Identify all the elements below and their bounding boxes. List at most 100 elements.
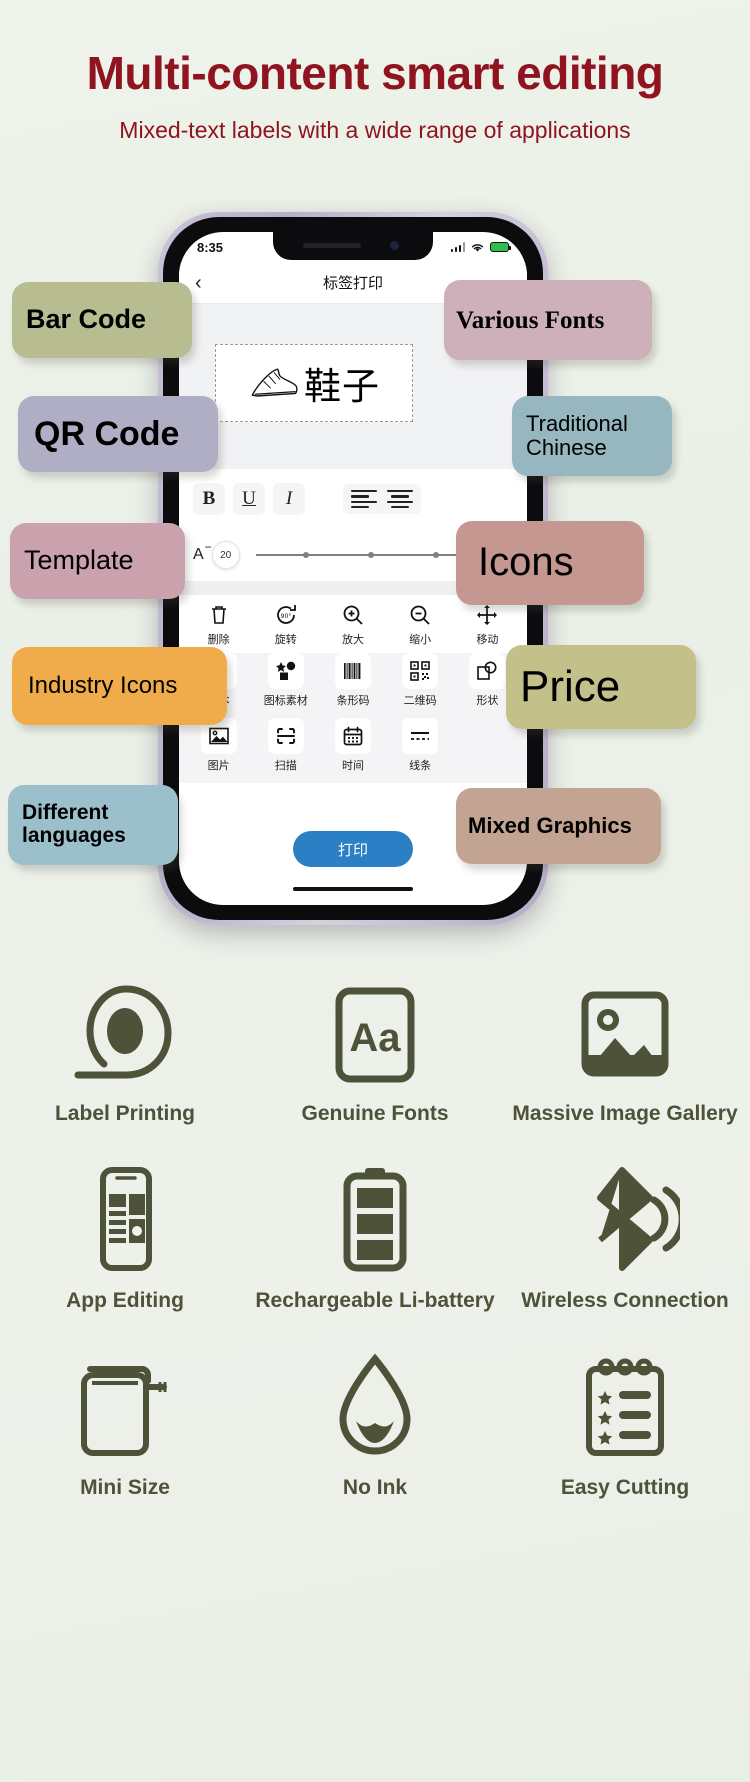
callout-icons: Icons bbox=[456, 521, 644, 605]
feature-label: No Ink bbox=[342, 1476, 408, 1500]
feature-rechargeable-battery[interactable]: Rechargeable Li-battery bbox=[250, 1162, 500, 1313]
feature-mini-size[interactable]: Mini Size bbox=[0, 1349, 250, 1500]
callout-different-languages: Different languages bbox=[8, 785, 178, 865]
feature-label: Easy Cutting bbox=[560, 1476, 690, 1500]
feature-label-printing[interactable]: Label Printing bbox=[0, 975, 250, 1126]
tool-line[interactable]: 线条 bbox=[390, 718, 450, 783]
tool-label: 条形码 bbox=[336, 694, 370, 707]
feature-genuine-fonts[interactable]: Aa Genuine Fonts bbox=[250, 975, 500, 1126]
image-gallery-icon bbox=[575, 975, 675, 1087]
back-chevron-icon[interactable]: ‹ bbox=[195, 273, 202, 293]
front-camera-icon bbox=[390, 241, 399, 250]
tool-image[interactable]: 图片 bbox=[189, 718, 249, 783]
tool-placeholder bbox=[457, 718, 517, 783]
tool-label: 删除 bbox=[207, 632, 230, 646]
feature-label: Rechargeable Li-battery bbox=[255, 1289, 495, 1313]
home-indicator bbox=[293, 887, 413, 891]
callout-industry-icons: Industry Icons bbox=[12, 647, 227, 725]
tool-label: 移动 bbox=[476, 632, 499, 646]
callout-bar-code: Bar Code bbox=[12, 282, 192, 358]
wifi-icon bbox=[471, 243, 484, 252]
feature-no-ink[interactable]: No Ink bbox=[250, 1349, 500, 1500]
underline-button[interactable]: U bbox=[233, 483, 265, 515]
format-toolbar: B U I bbox=[179, 469, 527, 529]
zoom-in-icon bbox=[342, 602, 364, 628]
feature-row: Mini Size No Ink Easy Cutting bbox=[0, 1349, 750, 1500]
feature-row: Label Printing Aa Genuine Fonts Massive bbox=[0, 975, 750, 1126]
italic-button[interactable]: I bbox=[273, 483, 305, 515]
feature-label: Wireless Connection bbox=[521, 1289, 729, 1313]
feature-wireless-connection[interactable]: Wireless Connection bbox=[500, 1162, 750, 1313]
insert-tools-row-2: 图片 扫描 时间 线条 bbox=[179, 718, 527, 783]
feature-easy-cutting[interactable]: Easy Cutting bbox=[500, 1349, 750, 1500]
shapes-icon bbox=[267, 653, 304, 689]
font-size-track[interactable] bbox=[255, 552, 487, 558]
feature-label: Label Printing bbox=[54, 1102, 195, 1125]
tool-icon-assets[interactable]: 图标素材 bbox=[256, 653, 316, 718]
tool-delete[interactable]: 删除 bbox=[189, 602, 249, 647]
label-preview-box[interactable]: 鞋子 bbox=[215, 344, 413, 422]
shoe-icon bbox=[251, 368, 298, 397]
feature-app-editing[interactable]: App Editing bbox=[0, 1162, 250, 1313]
tool-scan[interactable]: 扫描 bbox=[256, 718, 316, 783]
tool-rotate[interactable]: 90° 旋转 bbox=[256, 602, 316, 647]
slider-stop[interactable] bbox=[368, 552, 374, 558]
page-subtitle: Mixed-text labels with a wide range of a… bbox=[119, 116, 631, 143]
tool-barcode[interactable]: 条形码 bbox=[323, 653, 383, 718]
callout-label: Different languages bbox=[22, 801, 126, 847]
svg-text:Aa: Aa bbox=[349, 1016, 401, 1060]
ink-drop-icon bbox=[329, 1349, 421, 1461]
tool-label: 缩小 bbox=[409, 632, 432, 646]
callout-label: Mixed Graphics bbox=[468, 813, 632, 839]
tool-label: 时间 bbox=[341, 759, 364, 772]
feature-image-gallery[interactable]: Massive Image Gallery bbox=[500, 975, 750, 1126]
callout-traditional-chinese: Traditional Chinese bbox=[512, 396, 672, 476]
bluetooth-wireless-icon bbox=[570, 1162, 680, 1274]
zoom-out-icon bbox=[409, 602, 431, 628]
label-roll-icon bbox=[66, 975, 184, 1087]
callout-label: Traditional Chinese bbox=[526, 411, 628, 460]
feature-grid: Label Printing Aa Genuine Fonts Massive bbox=[0, 975, 750, 1501]
print-button[interactable]: 打印 bbox=[293, 831, 413, 867]
checklist-cut-icon bbox=[575, 1349, 675, 1461]
line-icon bbox=[402, 718, 439, 754]
font-size-value[interactable]: 20 bbox=[211, 541, 240, 569]
callout-label: Industry Icons bbox=[28, 672, 178, 700]
callout-various-fonts: Various Fonts bbox=[444, 280, 652, 360]
callout-qr-code: QR Code bbox=[18, 396, 218, 472]
page-header: Multi-content smart editing Mixed-text l… bbox=[0, 48, 750, 144]
qrcode-icon bbox=[402, 653, 439, 689]
tool-zoom-out[interactable]: 缩小 bbox=[390, 602, 450, 647]
slider-stop[interactable] bbox=[432, 552, 439, 558]
phone-app-icon bbox=[79, 1162, 171, 1274]
tool-label: 线条 bbox=[409, 759, 432, 772]
battery-full-icon bbox=[329, 1162, 421, 1274]
scan-icon bbox=[267, 718, 304, 754]
tool-label: 图片 bbox=[207, 759, 230, 772]
shape-outline-icon bbox=[469, 653, 506, 689]
label-text: 鞋子 bbox=[304, 365, 380, 408]
decrease-font-label[interactable]: A bbox=[193, 540, 211, 564]
callout-label: Various Fonts bbox=[456, 306, 605, 334]
battery-charging-icon bbox=[490, 242, 512, 252]
tool-zoom-in[interactable]: 放大 bbox=[323, 602, 383, 647]
align-left-icon[interactable] bbox=[351, 488, 377, 510]
signal-bars-icon bbox=[450, 242, 465, 252]
barcode-icon bbox=[334, 653, 371, 689]
insert-tools-row-1: 文本 图标素材 条形码 bbox=[179, 653, 527, 718]
feature-label: Massive Image Gallery bbox=[512, 1102, 738, 1125]
rotate-icon: 90° bbox=[275, 602, 297, 628]
tool-time[interactable]: 时间 bbox=[323, 718, 383, 783]
tool-label: 放大 bbox=[341, 632, 364, 646]
callout-price: Price bbox=[506, 645, 696, 729]
tool-label: 旋转 bbox=[274, 632, 297, 646]
tool-label: 形状 bbox=[476, 694, 499, 707]
slider-stop[interactable] bbox=[303, 552, 310, 558]
tool-label: 二维码 bbox=[403, 694, 437, 707]
align-center-icon[interactable] bbox=[387, 488, 413, 510]
font-Aa-icon: Aa bbox=[325, 975, 425, 1087]
feature-label: Genuine Fonts bbox=[301, 1102, 449, 1125]
tool-qrcode[interactable]: 二维码 bbox=[390, 653, 450, 718]
bold-button[interactable]: B bbox=[193, 483, 225, 515]
tool-move[interactable]: 移动 bbox=[457, 602, 517, 647]
